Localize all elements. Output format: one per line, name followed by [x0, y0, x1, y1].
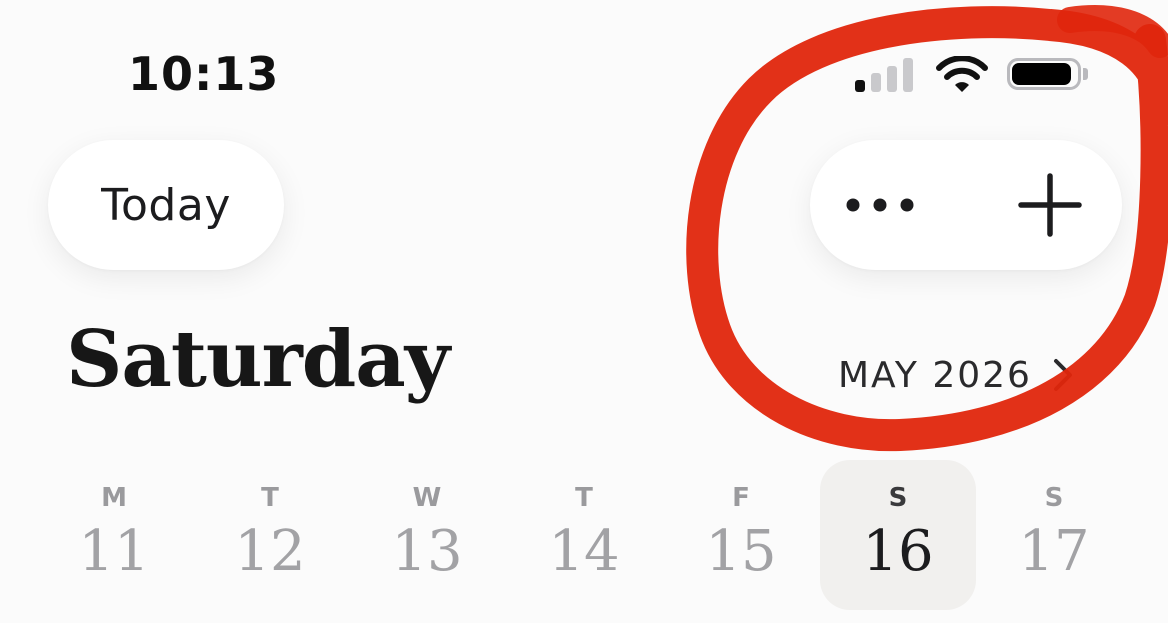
signal-bar	[855, 80, 865, 92]
day-of-week-label: W	[412, 483, 442, 513]
signal-bar	[887, 66, 897, 92]
today-button-label: Today	[101, 179, 231, 231]
week-day-mon[interactable]: M 11	[36, 460, 192, 610]
week-day-wed[interactable]: W 13	[349, 460, 505, 610]
signal-bar	[903, 58, 913, 92]
battery-level	[1012, 63, 1071, 85]
battery-icon	[1007, 58, 1088, 90]
week-day-fri[interactable]: F 15	[663, 460, 819, 610]
month-selector-button[interactable]: MAY 2026	[838, 350, 1076, 400]
toolbar-actions	[810, 140, 1122, 270]
week-day-thu[interactable]: T 14	[506, 460, 662, 610]
day-number: 11	[78, 519, 150, 584]
ellipsis-icon	[846, 198, 914, 212]
plus-icon	[1018, 173, 1082, 237]
day-of-week-label: T	[575, 483, 593, 513]
day-number: 15	[705, 519, 777, 584]
page-title: Saturday	[66, 314, 450, 405]
day-number: 16	[862, 519, 934, 584]
signal-bar	[871, 73, 881, 92]
week-strip: M 11 T 12 W 13 T 14 F 15 S 16 S 17	[36, 460, 1132, 610]
day-of-week-label: F	[732, 483, 750, 513]
day-of-week-label: S	[888, 483, 908, 513]
day-of-week-label: S	[1044, 483, 1064, 513]
day-number: 12	[234, 519, 306, 584]
chevron-right-icon	[1053, 359, 1072, 391]
day-number: 14	[548, 519, 620, 584]
battery-nub	[1083, 68, 1088, 80]
add-event-button[interactable]	[1000, 165, 1100, 245]
status-bar-time: 10:13	[128, 47, 280, 101]
week-day-tue[interactable]: T 12	[192, 460, 348, 610]
status-bar-icons	[855, 52, 1095, 96]
day-of-week-label: T	[261, 483, 279, 513]
today-button[interactable]: Today	[48, 140, 284, 270]
day-number: 17	[1018, 519, 1090, 584]
week-day-sun[interactable]: S 17	[976, 460, 1132, 610]
day-of-week-label: M	[101, 483, 127, 513]
wifi-icon	[936, 56, 988, 92]
week-day-sat[interactable]: S 16	[820, 460, 976, 610]
month-label: MAY 2026	[838, 354, 1032, 396]
more-options-button[interactable]	[830, 165, 950, 245]
cellular-signal-icon	[855, 58, 915, 92]
day-number: 13	[391, 519, 463, 584]
